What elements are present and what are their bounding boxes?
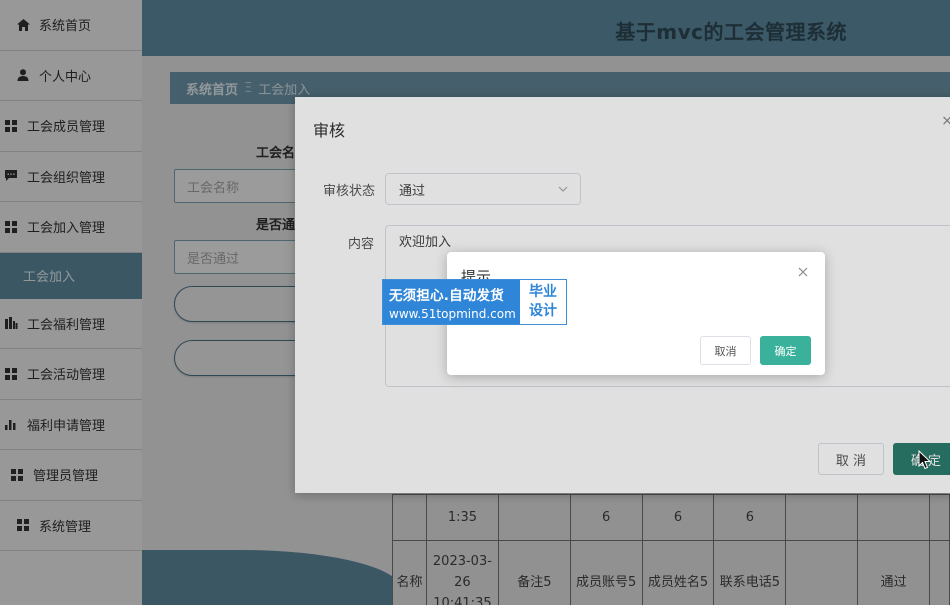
close-icon[interactable] [797,266,809,278]
watermark-line2: www.51topmind.com [389,306,516,321]
watermark-badge: 无须担心.自动发货 www.51topmind.com 毕业 设计 [382,279,567,325]
msgbox-cancel-button[interactable]: 取消 [700,336,751,365]
mouse-cursor-icon [918,449,932,470]
watermark-line1: 无须担心.自动发货 [389,287,504,304]
watermark-right2: 设计 [529,303,557,319]
watermark-right1: 毕业 [529,284,557,300]
msgbox-confirm-button[interactable]: 确定 [760,336,811,365]
